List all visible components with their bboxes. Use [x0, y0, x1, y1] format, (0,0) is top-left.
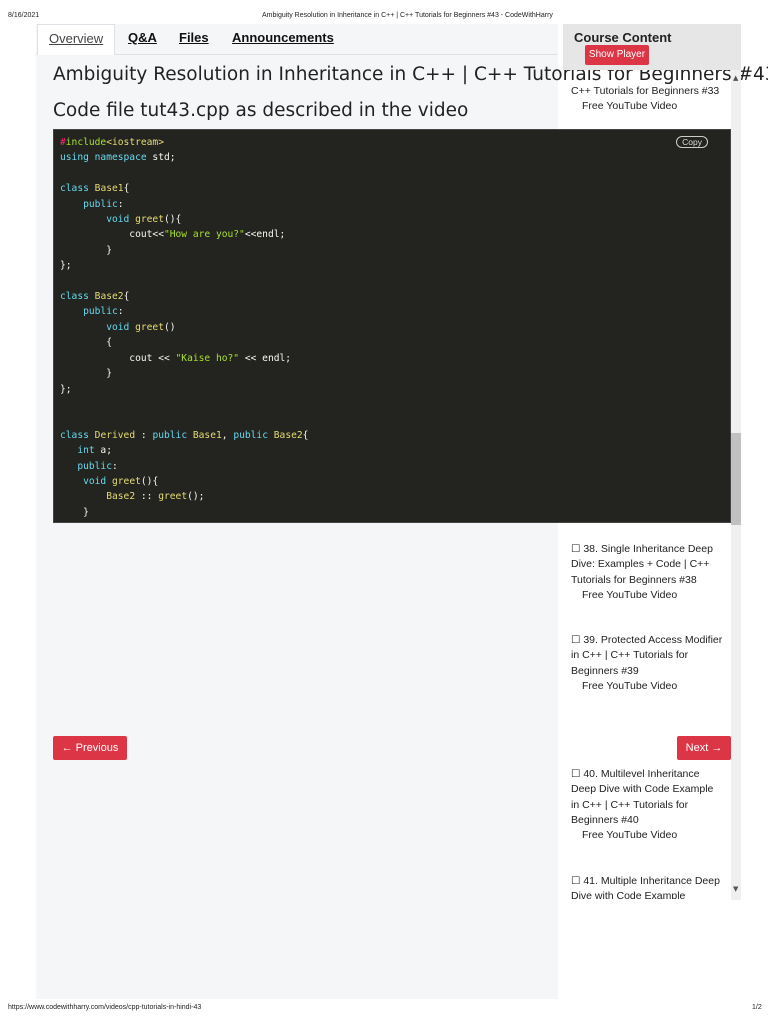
scroll-down-icon[interactable]: ▼	[733, 885, 738, 893]
course-item-title: 40. Multilevel Inheritance Deep Dive wit…	[571, 768, 714, 826]
show-player-button[interactable]: Show Player	[585, 45, 649, 65]
course-item-title: 39. Protected Access Modifier in C++ | C…	[571, 634, 723, 677]
print-date: 8/16/2021	[8, 12, 40, 19]
copy-button[interactable]: Copy	[676, 136, 708, 148]
course-item-sub: Free YouTube Video	[582, 100, 678, 113]
tab-overview[interactable]: Overview	[37, 24, 116, 55]
sidebar-header: Course Content Show Player	[563, 24, 741, 70]
code-heading: Code file tut43.cpp as described in the …	[53, 100, 469, 121]
tab-files[interactable]: Files	[179, 30, 209, 45]
sidebar-scrollbar[interactable]: ▲ ▼	[731, 70, 741, 900]
course-item[interactable]: ☐ 38. Single Inheritance Deep Dive: Exam…	[571, 542, 723, 603]
scrollbar-thumb[interactable]	[731, 433, 741, 525]
code-content: #include<iostream> using namespace std; …	[60, 137, 309, 518]
previous-button[interactable]: ← Previous	[53, 736, 127, 760]
print-url: https://www.codewithharry.com/videos/cpp…	[8, 1004, 202, 1011]
print-title: Ambiguity Resolution in Inheritance in C…	[262, 12, 553, 19]
course-item[interactable]: ☐ 39. Protected Access Modifier in C++ |…	[571, 633, 723, 694]
course-item[interactable]: ☐ 41. Multiple Inheritance Deep Dive wit…	[571, 874, 723, 899]
tab-qa[interactable]: Q&A	[128, 30, 157, 45]
course-item-sub: Free YouTube Video	[582, 588, 678, 601]
tab-bar: Overview Q&A Files Announcements	[36, 24, 558, 55]
course-item[interactable]: ☐ 40. Multilevel Inheritance Deep Dive w…	[571, 767, 723, 843]
sidebar-title: Course Content	[574, 30, 672, 45]
course-item[interactable]: C++ Tutorials for Beginners #33 Free YouT…	[571, 84, 723, 115]
scroll-up-icon[interactable]: ▲	[733, 74, 738, 82]
course-item-title: 38. Single Inheritance Deep Dive: Exampl…	[571, 543, 713, 586]
course-item-title: 41. Multiple Inheritance Deep Dive with …	[571, 875, 720, 899]
next-button[interactable]: Next →	[677, 736, 731, 760]
code-block: #include<iostream> using namespace std; …	[53, 129, 731, 523]
course-item-title: C++ Tutorials for Beginners #33	[571, 85, 720, 97]
course-item-sub: Free YouTube Video	[582, 829, 678, 842]
tab-announcements[interactable]: Announcements	[232, 30, 334, 45]
print-page: 1/2	[752, 1004, 762, 1011]
course-item-sub: Free YouTube Video	[582, 679, 678, 692]
